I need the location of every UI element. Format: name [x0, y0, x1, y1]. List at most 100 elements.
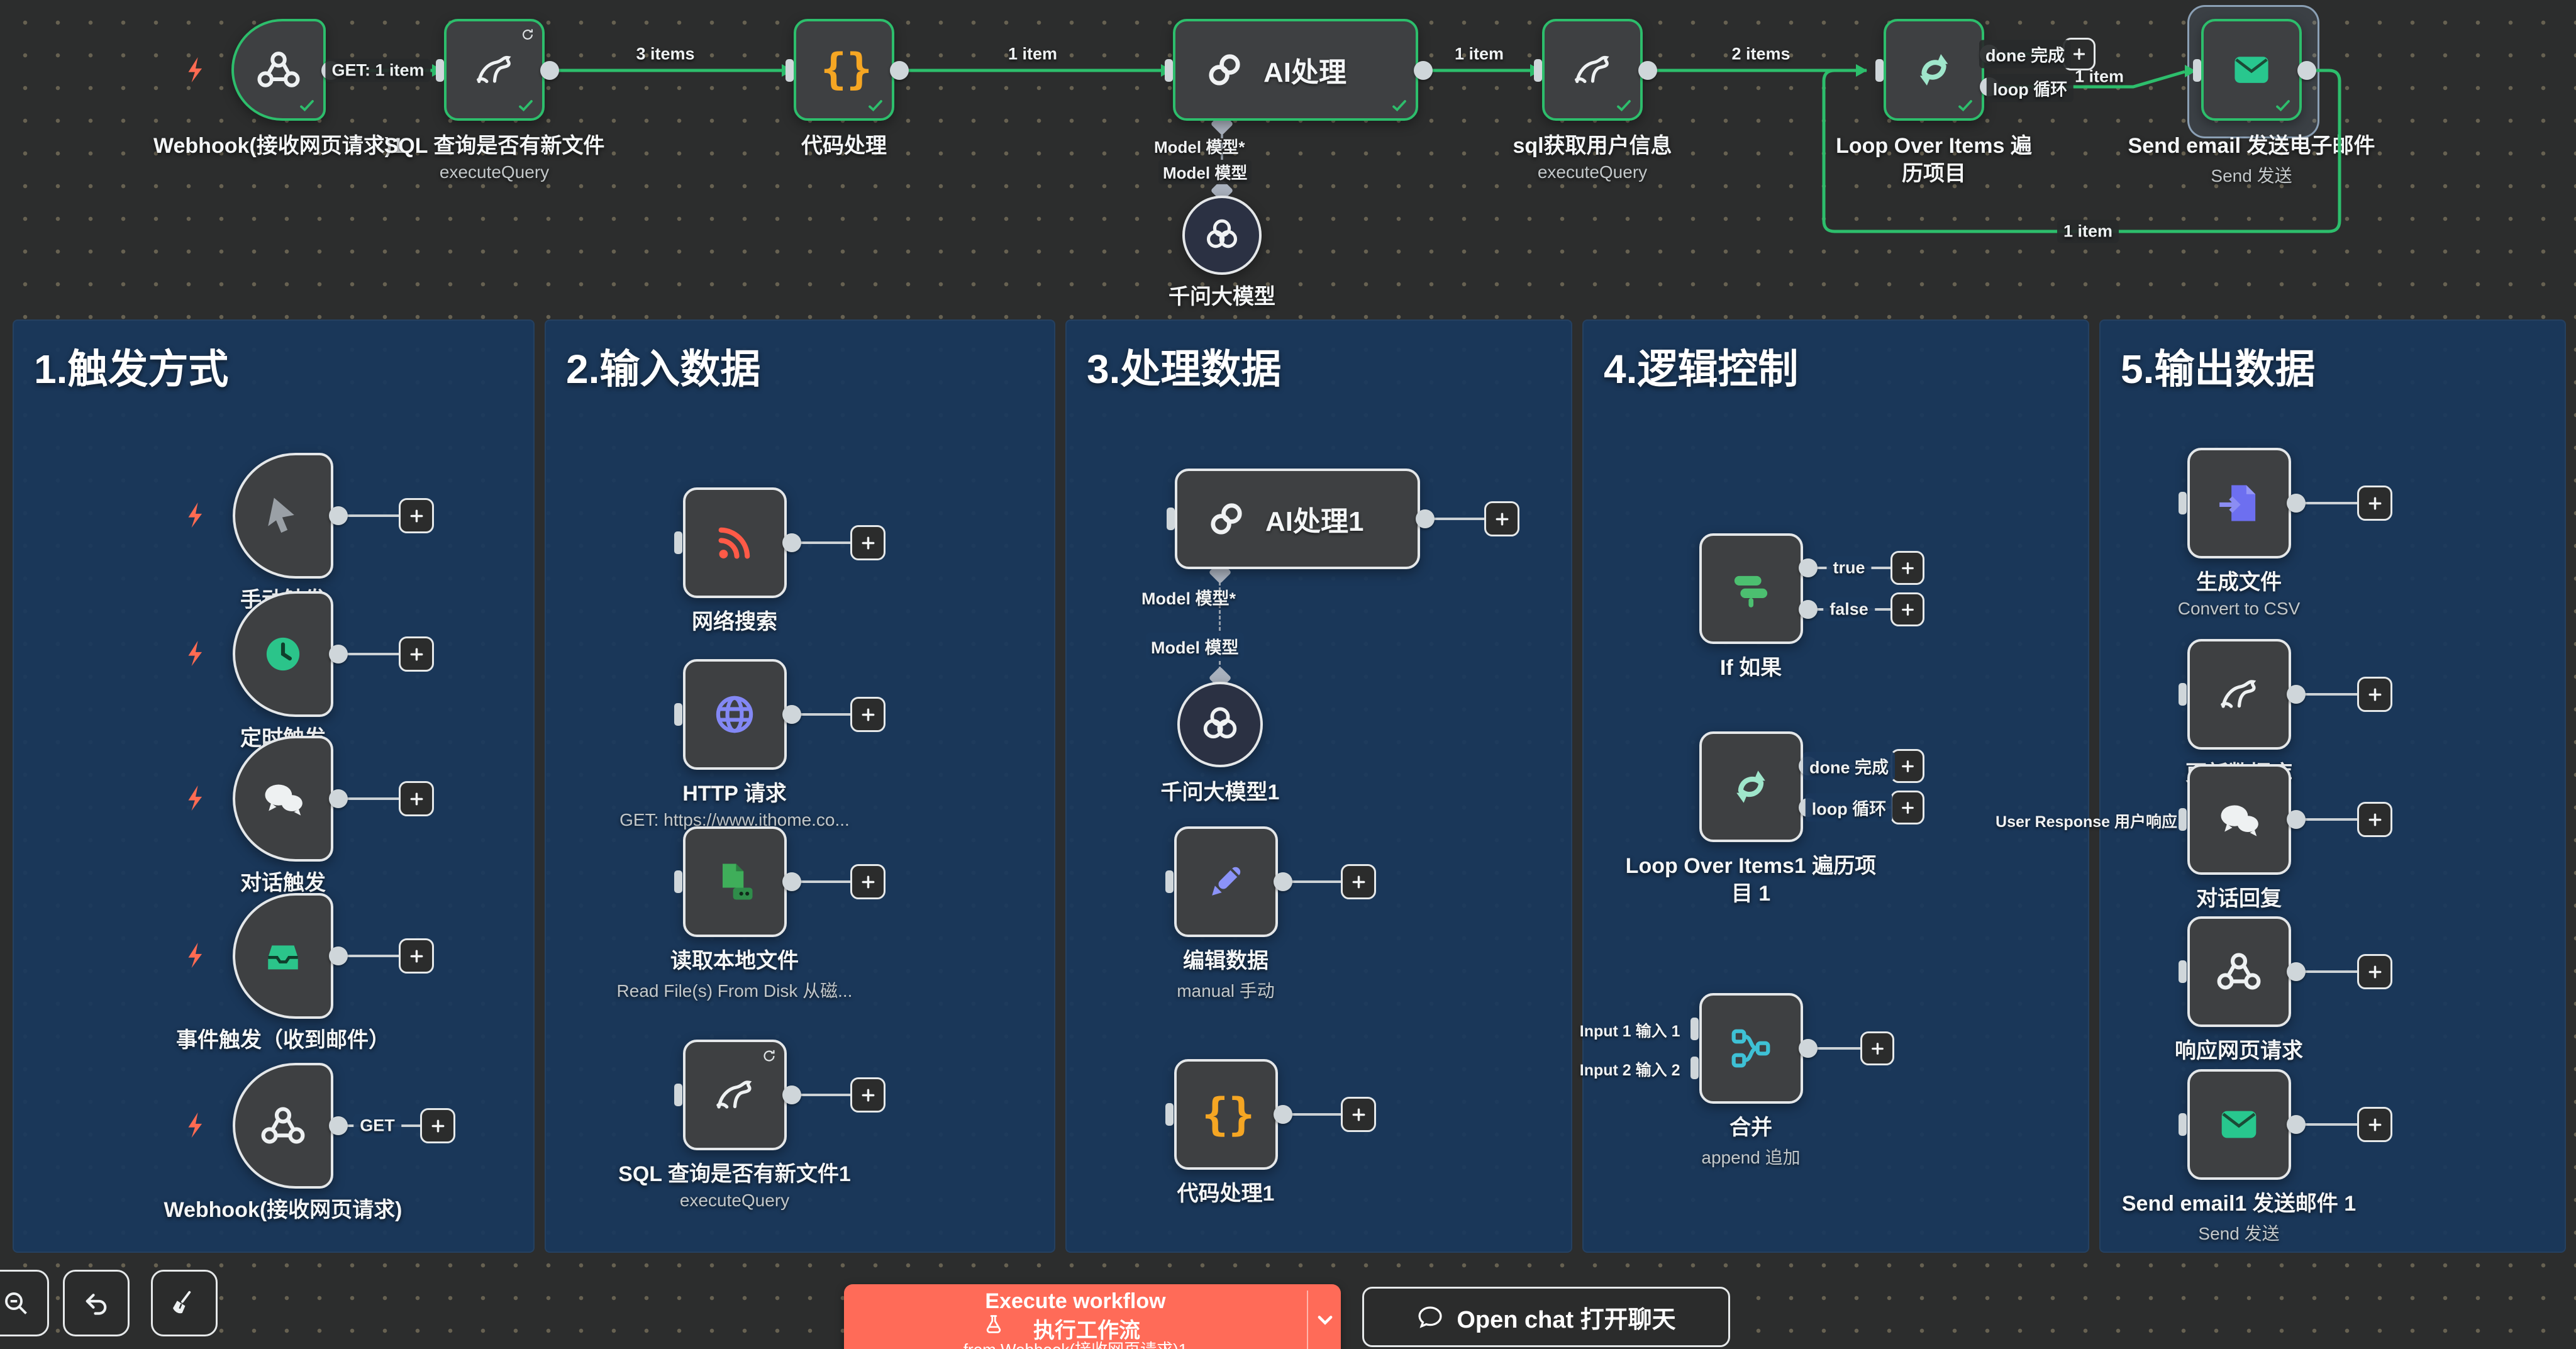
add-node-button[interactable] — [850, 864, 886, 899]
node-SQL 查询是否有新文件[interactable] — [444, 19, 545, 121]
node-代码处理[interactable]: {} — [794, 19, 894, 121]
output-port[interactable] — [329, 506, 348, 525]
output-port[interactable] — [1799, 558, 1818, 577]
output-port[interactable] — [890, 61, 909, 80]
output-port[interactable] — [329, 789, 348, 808]
zoom-out-button[interactable] — [0, 1270, 49, 1336]
node-生成文件[interactable] — [2187, 448, 2291, 558]
add-node-button[interactable] — [2357, 954, 2392, 989]
open-chat-button[interactable]: Open chat 打开聊天 — [1362, 1287, 1730, 1347]
node-读取本地文件[interactable] — [683, 826, 787, 937]
add-node-button[interactable] — [2357, 486, 2392, 521]
add-node-button[interactable] — [399, 636, 434, 672]
input-port[interactable] — [786, 59, 794, 82]
input-port[interactable] — [1165, 1103, 1174, 1126]
output-port[interactable] — [2297, 61, 2316, 80]
input-port[interactable] — [2179, 808, 2187, 831]
input-port[interactable] — [674, 703, 682, 726]
output-port[interactable] — [2287, 1115, 2306, 1134]
output-port[interactable] — [1638, 61, 1657, 80]
node-sql获取用户信息[interactable] — [1542, 19, 1643, 121]
output-port[interactable] — [782, 705, 801, 724]
node-响应网页请求[interactable] — [2187, 916, 2291, 1027]
add-node-button[interactable] — [2357, 802, 2392, 837]
add-node-button[interactable] — [850, 697, 886, 732]
input-port[interactable] — [1167, 508, 1175, 530]
input-port[interactable] — [436, 59, 444, 82]
node-Webhook(接收网页请求)1[interactable] — [231, 19, 326, 121]
node-千问大模型[interactable] — [1182, 196, 1262, 275]
output-port[interactable] — [1799, 1039, 1818, 1058]
output-port[interactable] — [2287, 494, 2306, 513]
add-node-button[interactable] — [399, 498, 434, 533]
node-AI处理1[interactable]: AI处理1 — [1175, 469, 1420, 569]
input-port[interactable] — [1690, 1057, 1699, 1079]
output-port[interactable] — [2287, 962, 2306, 981]
add-node-button[interactable] — [1341, 864, 1376, 899]
node-HTTP 请求[interactable] — [683, 659, 787, 770]
output-port[interactable] — [782, 533, 801, 552]
input-port[interactable] — [674, 531, 682, 554]
node-Loop Over Items 遍历项目[interactable] — [1884, 19, 1984, 121]
node-对话回复[interactable] — [2187, 764, 2291, 875]
output-port[interactable] — [1414, 61, 1433, 80]
add-node-button[interactable] — [2357, 677, 2392, 712]
output-port[interactable] — [1274, 1105, 1292, 1124]
output-port[interactable] — [1274, 872, 1292, 891]
output-port[interactable] — [1416, 509, 1435, 528]
output-port[interactable] — [329, 947, 348, 965]
node-If 如果[interactable] — [1699, 533, 1803, 644]
sticky-note-4[interactable] — [1582, 319, 2089, 1253]
add-node-button[interactable] — [1484, 501, 1519, 536]
output-port[interactable] — [329, 645, 348, 663]
output-port[interactable] — [2287, 810, 2306, 829]
workflow-canvas: 1.触发方式2.输入数据3.处理数据4.逻辑控制5.输出数据手动触发定时触发对话… — [0, 0, 2576, 1349]
output-port[interactable] — [782, 1085, 801, 1104]
add-node-button[interactable] — [1890, 551, 1924, 585]
output-port[interactable] — [329, 1116, 348, 1135]
tidy-workflow-button[interactable] — [151, 1270, 218, 1336]
node-代码处理1[interactable]: {} — [1174, 1059, 1278, 1170]
node-Loop Over Items1 遍历项目 1[interactable] — [1699, 731, 1803, 842]
input-port[interactable] — [1875, 59, 1884, 82]
input-port[interactable] — [2193, 59, 2201, 82]
node-编辑数据[interactable] — [1174, 826, 1278, 937]
input-port[interactable] — [2179, 1113, 2187, 1136]
input-port[interactable] — [1534, 59, 1542, 82]
input-port[interactable] — [674, 1084, 682, 1106]
output-port[interactable] — [1799, 600, 1818, 619]
input-port[interactable] — [674, 870, 682, 893]
input-port[interactable] — [2179, 683, 2187, 706]
add-node-button[interactable] — [1860, 1031, 1894, 1065]
add-node-button[interactable] — [2357, 1107, 2392, 1142]
output-port[interactable] — [782, 872, 801, 891]
input-port[interactable] — [1165, 870, 1174, 893]
undo-button[interactable] — [63, 1270, 130, 1336]
output-port[interactable] — [540, 61, 559, 80]
node-网络搜索[interactable] — [683, 487, 787, 598]
node-AI处理[interactable]: AI处理 — [1173, 19, 1418, 121]
node-SQL 查询是否有新文件1[interactable] — [683, 1040, 787, 1150]
node-Send email1 发送邮件 1[interactable] — [2187, 1069, 2291, 1180]
node-合并[interactable] — [1699, 993, 1803, 1104]
add-node-button[interactable] — [1341, 1097, 1376, 1132]
add-node-button[interactable] — [1890, 592, 1924, 626]
output-port[interactable] — [2287, 685, 2306, 704]
node-千问大模型1[interactable] — [1177, 682, 1263, 767]
node-更新数据库[interactable] — [2187, 639, 2291, 750]
add-node-button[interactable] — [399, 938, 434, 974]
node-Send email 发送电子邮件[interactable] — [2201, 19, 2302, 121]
add-node-button[interactable] — [1890, 749, 1924, 783]
add-node-button[interactable] — [1890, 791, 1924, 824]
add-node-button[interactable] — [399, 781, 434, 816]
input-port[interactable] — [1165, 59, 1173, 82]
input-port[interactable] — [2179, 960, 2187, 983]
add-node-button[interactable] — [850, 1077, 886, 1113]
refresh-icon — [519, 26, 536, 43]
add-node-button[interactable] — [420, 1108, 455, 1143]
model-port-label: Model 模型 — [1146, 633, 1244, 660]
add-node-button[interactable] — [850, 525, 886, 560]
input-port[interactable] — [2179, 492, 2187, 514]
execute-dropdown-button[interactable] — [1312, 1307, 1338, 1333]
input-port[interactable] — [1690, 1018, 1699, 1040]
